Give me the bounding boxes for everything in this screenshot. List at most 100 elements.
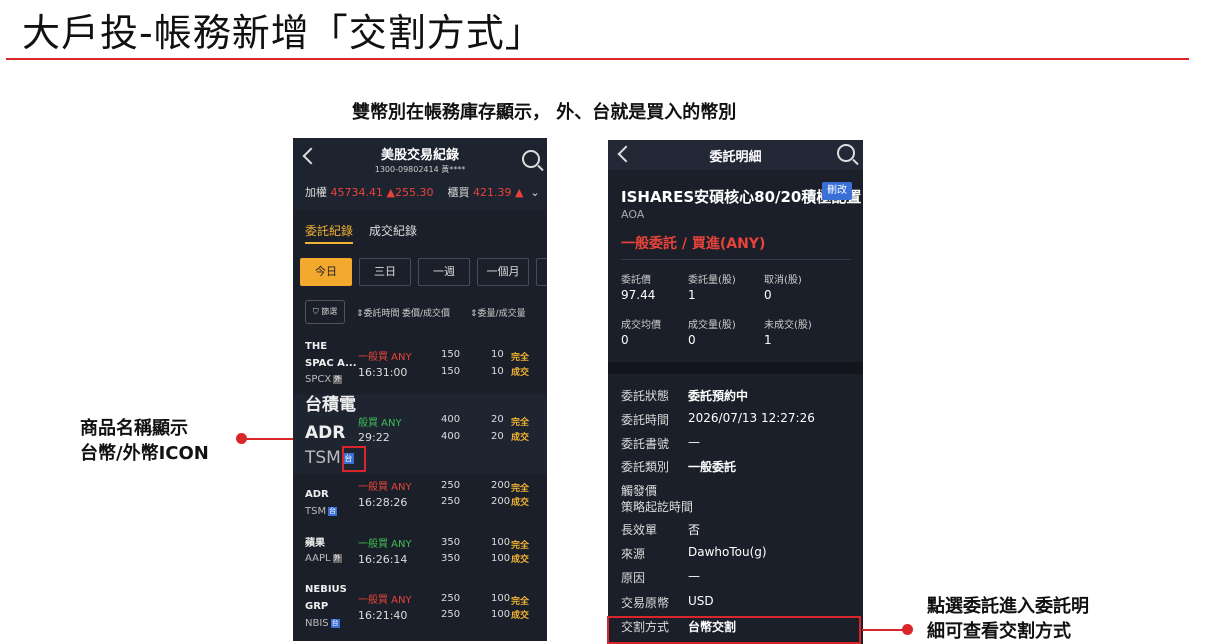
row-symbol: SPCX 外 <box>305 374 343 385</box>
row-status-line1: 完全 <box>511 353 530 363</box>
row-name-line2: GRP <box>305 601 329 612</box>
row-time: 16:28:26 <box>358 496 408 509</box>
row-status-line2: 成交 <box>511 498 530 508</box>
row-order-type: 般買 ANY <box>358 418 402 429</box>
stat-label-unfilled-qty: 未成交(股) <box>764 320 812 331</box>
row-name-line2: ADR <box>305 423 346 443</box>
stat-label-filled-qty: 成交量(股) <box>688 320 736 331</box>
detail-label: 委託時間 <box>621 413 670 427</box>
section-gap <box>608 362 863 374</box>
detail-label: 長效單 <box>621 523 658 537</box>
period-one-month[interactable]: 一個月 <box>477 258 529 286</box>
filter-icon: ⛉ <box>312 307 319 316</box>
active-tab-indicator <box>305 242 353 244</box>
row-price-fill: 400 <box>441 431 461 442</box>
ticker1-value: 45734.41 <box>330 186 384 199</box>
list-item[interactable]: 蘋果 AAPL 外 一般買 ANY 16:26:14 350 350 100 10… <box>293 533 547 585</box>
sort-order-time-label: 委託時間 <box>363 309 400 319</box>
index-ticker: 加權 45734.41 ▲255.30 櫃買 421.39 ▲ ⌄ <box>305 184 540 200</box>
detail-title: 委託明細 <box>709 150 762 165</box>
currency-badge: 台 <box>328 506 338 516</box>
row-time: 29:22 <box>358 431 390 444</box>
list-item-highlighted[interactable]: 台積電 ADR TSM 台 般買 ANY 29:22 400 400 20 20 … <box>293 394 547 474</box>
sort-order-time[interactable]: ⇕委託時間 <box>356 306 400 319</box>
row-price-fill: 250 <box>441 609 461 620</box>
row-name-line1: 台積電 <box>305 395 356 415</box>
records-title: 美股交易紀錄 <box>380 148 459 163</box>
stat-value-order-qty: 1 <box>688 288 696 302</box>
row-qty-fill: 20 <box>491 431 504 442</box>
ticker2-change: ▲ <box>514 186 524 199</box>
stat-label-order-price: 委託價 <box>621 275 651 286</box>
row-symbol-text: SPCX <box>305 374 332 385</box>
row-name-line1: NEBIUS <box>305 584 347 595</box>
detail-value: 否 <box>688 523 701 537</box>
detail-label: 策略起訖時間 <box>621 500 694 514</box>
phone-trade-records: 美股交易紀錄 1300-09802414 黃**** 加權 45734.41 ▲… <box>293 138 547 641</box>
currency-badge: 外 <box>333 374 343 384</box>
sort-price[interactable]: 委價/成交價 <box>402 306 450 319</box>
period-one-week[interactable]: 一週 <box>418 258 470 286</box>
row-symbol-text: AAPL <box>305 553 331 564</box>
settlement-highlight <box>607 616 861 644</box>
row-status-line2: 成交 <box>511 555 530 565</box>
detail-value: 委託預約中 <box>688 389 749 403</box>
row-status-line2: 成交 <box>511 611 530 621</box>
annotation-left-line2: 台幣/外幣ICON <box>80 443 209 464</box>
row-qty: 100 <box>491 593 511 604</box>
list-item[interactable]: ADR TSM 台 一般買 ANY 16:28:26 250 250 200 20… <box>293 476 547 528</box>
row-qty: 10 <box>491 349 504 360</box>
row-qty-fill: 100 <box>491 553 511 564</box>
tab-order-records[interactable]: 委託紀錄 <box>305 222 353 239</box>
stat-value-unfilled-qty: 1 <box>764 333 772 347</box>
search-icon[interactable] <box>837 144 855 162</box>
edit-order-button[interactable]: 刪改 <box>822 182 852 200</box>
row-time: 16:26:14 <box>358 553 408 566</box>
period-today[interactable]: 今日 <box>300 258 352 286</box>
row-qty-fill: 10 <box>491 366 504 377</box>
order-type: 一般委託 / 買進(ANY) <box>621 236 766 252</box>
row-qty-fill: 100 <box>491 609 511 620</box>
row-symbol: TSM 台 <box>305 506 338 517</box>
ticker1-change: ▲255.30 <box>386 186 434 199</box>
chevron-down-icon[interactable]: ⌄ <box>530 186 539 199</box>
detail-header: 委託明細 <box>608 140 863 170</box>
row-status-line1: 完全 <box>511 418 530 428</box>
sort-quantity[interactable]: ⇕委量/成交量 <box>470 306 526 319</box>
records-header: 美股交易紀錄 1300-09802414 黃**** 加權 45734.41 ▲… <box>293 138 547 210</box>
row-name-line1: 蘋果 <box>305 538 325 549</box>
row-name-line1: ADR <box>305 489 329 500</box>
ticker2-value: 421.39 <box>472 186 512 199</box>
detail-label: 交易原幣 <box>621 596 670 610</box>
period-more[interactable] <box>536 258 547 286</box>
detail-label: 原因 <box>621 571 646 585</box>
stat-value-order-price: 97.44 <box>621 288 656 302</box>
list-item[interactable]: THE SPAC A... SPCX 外 一般買 ANY 16:31:00 150… <box>293 338 547 394</box>
row-status-line1: 完全 <box>511 541 530 551</box>
ticker1-label: 加權 <box>305 186 327 199</box>
row-symbol: NBIS 台 <box>305 618 340 629</box>
filter-button[interactable]: ⛉ 篩選 <box>305 300 345 324</box>
row-status-line2: 成交 <box>511 433 530 443</box>
account-number: 1300-09802414 黃**** <box>374 165 466 174</box>
slide-subtitle: 雙幣別在帳務庫存顯示， 外、台就是買入的幣別 <box>352 102 737 123</box>
row-symbol-text: TSM <box>305 506 327 517</box>
tab-trade-records[interactable]: 成交紀錄 <box>369 222 417 239</box>
detail-label: 委託書號 <box>621 437 670 451</box>
detail-value: — <box>688 435 700 449</box>
list-item[interactable]: NEBIUS GRP NBIS 台 一般買 ANY 16:21:40 250 25… <box>293 581 547 641</box>
annotation-right: 點選委託進入委託明 細可查看交割方式 <box>927 594 1089 644</box>
row-qty: 200 <box>491 480 511 491</box>
row-qty-fill: 200 <box>491 496 511 507</box>
detail-label: 委託狀態 <box>621 389 670 403</box>
product-code: AOA <box>621 208 645 221</box>
detail-label: 觸發價 <box>621 484 658 498</box>
row-symbol-text: NBIS <box>305 618 329 629</box>
row-price-fill: 250 <box>441 496 461 507</box>
search-icon[interactable] <box>522 150 540 168</box>
sort-quantity-label: 委量/成交量 <box>477 309 526 319</box>
period-three-days[interactable]: 三日 <box>359 258 411 286</box>
ticker2-label: 櫃買 <box>447 186 470 199</box>
row-time: 16:21:40 <box>358 609 408 622</box>
stat-value-filled-qty: 0 <box>688 333 696 347</box>
